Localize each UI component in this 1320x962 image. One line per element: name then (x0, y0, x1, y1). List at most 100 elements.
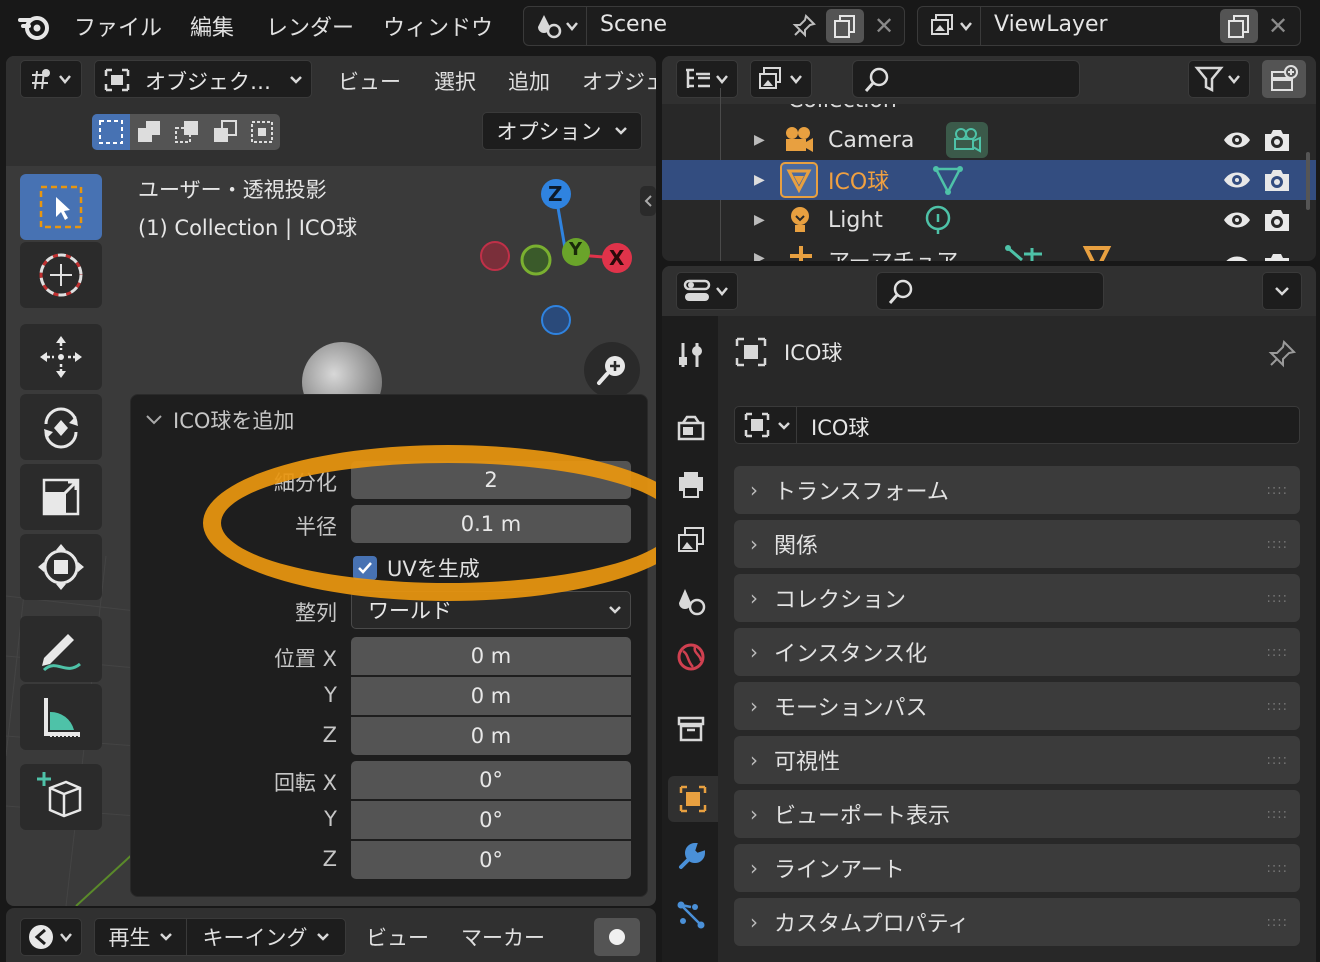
tool-annotate[interactable] (20, 616, 102, 682)
view-layer-icon[interactable] (922, 9, 980, 43)
section-motion-paths[interactable]: › モーションパス:::: (734, 682, 1300, 730)
object-datablock-field[interactable]: ICO球 (734, 406, 1300, 444)
filter-icon[interactable] (1188, 60, 1250, 98)
new-collection-icon[interactable] (1262, 60, 1306, 98)
expand-icon[interactable]: ▶ (754, 132, 765, 148)
drag-handle-icon[interactable]: :::: (1266, 807, 1288, 822)
menu-marker[interactable]: マーカー (461, 922, 545, 952)
eye-icon[interactable] (1222, 128, 1252, 152)
section-instancing[interactable]: › インスタンス化:::: (734, 628, 1300, 676)
menu-select[interactable]: 選択 (434, 66, 476, 96)
outliner-row-ico-sphere[interactable]: ▶ ICO球 (662, 160, 1316, 200)
properties-search-input[interactable] (876, 272, 1104, 310)
light-data-icon[interactable] (922, 204, 954, 236)
menu-render[interactable]: レンダー (266, 10, 354, 42)
eye-icon[interactable] (1222, 168, 1252, 192)
rotation-x-field[interactable]: 0° (351, 761, 631, 799)
menu-timeline-view[interactable]: ビュー (366, 922, 429, 952)
3d-viewport[interactable]: オブジェク… ビュー 選択 追加 オブジェ オプション ユーザー・透視投影 (1… (6, 56, 656, 906)
tool-tab-icon[interactable] (668, 332, 714, 378)
tool-rotate[interactable] (20, 394, 102, 460)
eye-icon[interactable] (1222, 252, 1252, 261)
new-scene-icon[interactable] (826, 9, 864, 43)
menu-edit[interactable]: 編集 (190, 10, 234, 42)
eye-icon[interactable] (1222, 208, 1252, 232)
mode-selector[interactable]: オブジェク… (94, 60, 312, 98)
object-datablock-name[interactable]: ICO球 (811, 412, 869, 442)
section-transform[interactable]: › トランスフォーム:::: (734, 466, 1300, 514)
location-y-field[interactable]: 0 m (351, 677, 631, 715)
particles-tab-icon[interactable] (668, 892, 714, 938)
drag-handle-icon[interactable]: :::: (1266, 861, 1288, 876)
modifier-tab-icon[interactable] (668, 834, 714, 880)
drag-handle-icon[interactable]: :::: (1266, 699, 1288, 714)
drag-handle-icon[interactable]: :::: (1266, 645, 1288, 660)
outliner-row-light[interactable]: ▶ Light (662, 200, 1316, 240)
view-layer-tab-icon[interactable] (668, 518, 714, 564)
chevron-down-icon[interactable] (1262, 272, 1302, 310)
menu-view[interactable]: ビュー (338, 66, 401, 96)
scene-name[interactable]: Scene (600, 12, 667, 37)
record-icon[interactable] (594, 918, 640, 956)
display-mode-icon[interactable] (676, 60, 738, 98)
outliner-row-camera[interactable]: ▶ Camera (662, 120, 1316, 160)
pin-icon[interactable] (1266, 338, 1298, 370)
pin-icon[interactable] (786, 9, 822, 43)
tool-measure[interactable] (20, 684, 102, 750)
expand-icon[interactable]: ▶ (754, 250, 765, 261)
zoom-icon[interactable] (584, 342, 640, 398)
output-tab-icon[interactable] (668, 462, 714, 508)
editor-type-icon[interactable] (676, 272, 738, 310)
section-custom-properties[interactable]: › カスタムプロパティ:::: (734, 898, 1300, 946)
select-new-icon[interactable] (92, 114, 130, 150)
collection-row[interactable]: Collection (662, 104, 1316, 116)
render-tab-icon[interactable] (668, 406, 714, 452)
tool-transform[interactable] (20, 534, 102, 600)
expand-icon[interactable]: ▶ (754, 172, 765, 188)
panel-header[interactable]: ICO球を追加 (145, 405, 294, 435)
render-camera-icon[interactable] (1262, 126, 1292, 154)
scene-tab-icon[interactable] (668, 578, 714, 624)
expand-icon[interactable]: ▶ (754, 212, 765, 228)
view-layer-selector[interactable]: ViewLayer ✕ (917, 6, 1301, 46)
camera-data-icon[interactable] (946, 122, 988, 158)
timeline-editor-icon[interactable] (20, 918, 82, 956)
tool-scale[interactable] (20, 464, 102, 530)
section-relations[interactable]: › 関係:::: (734, 520, 1300, 568)
close-icon[interactable]: ✕ (1260, 9, 1296, 43)
drag-handle-icon[interactable]: :::: (1266, 915, 1288, 930)
location-x-field[interactable]: 0 m (351, 637, 631, 675)
tool-select-box[interactable] (20, 174, 102, 240)
location-z-field[interactable]: 0 m (351, 717, 631, 755)
drag-handle-icon[interactable]: :::: (1266, 591, 1288, 606)
section-collections[interactable]: › コレクション:::: (734, 574, 1300, 622)
scene-selector[interactable]: Scene ✕ (523, 6, 905, 46)
section-line-art[interactable]: › ラインアート:::: (734, 844, 1300, 892)
menu-add[interactable]: 追加 (508, 66, 550, 96)
tool-cursor[interactable] (20, 242, 102, 308)
view-layer-name[interactable]: ViewLayer (994, 12, 1108, 37)
select-extend-icon[interactable] (130, 114, 168, 150)
rotation-z-field[interactable]: 0° (351, 841, 631, 879)
scene-data-icon[interactable] (528, 9, 586, 43)
object-tab-icon[interactable] (668, 776, 718, 822)
select-invert-icon[interactable] (206, 114, 244, 150)
world-tab-icon[interactable] (668, 634, 714, 680)
select-subtract-icon[interactable] (168, 114, 206, 150)
object-browse-button[interactable] (735, 407, 797, 443)
view-layer-filter-icon[interactable] (750, 60, 812, 98)
drag-handle-icon[interactable]: :::: (1266, 753, 1288, 768)
section-viewport-display[interactable]: › ビューポート表示:::: (734, 790, 1300, 838)
armature-data-icons[interactable] (1002, 244, 1112, 261)
outliner-search-input[interactable] (852, 60, 1080, 98)
drag-handle-icon[interactable]: :::: (1266, 483, 1288, 498)
rotation-y-field[interactable]: 0° (351, 801, 631, 839)
collection-tab-icon[interactable] (668, 706, 714, 752)
select-intersect-icon[interactable] (244, 114, 280, 150)
menu-playback[interactable]: 再生 (95, 919, 187, 955)
outliner-scrollbar[interactable] (1306, 152, 1310, 210)
render-camera-icon[interactable] (1262, 250, 1292, 261)
sidebar-toggle-icon[interactable] (640, 186, 656, 216)
blender-logo-icon[interactable] (14, 8, 54, 44)
menu-file[interactable]: ファイル (74, 10, 162, 42)
